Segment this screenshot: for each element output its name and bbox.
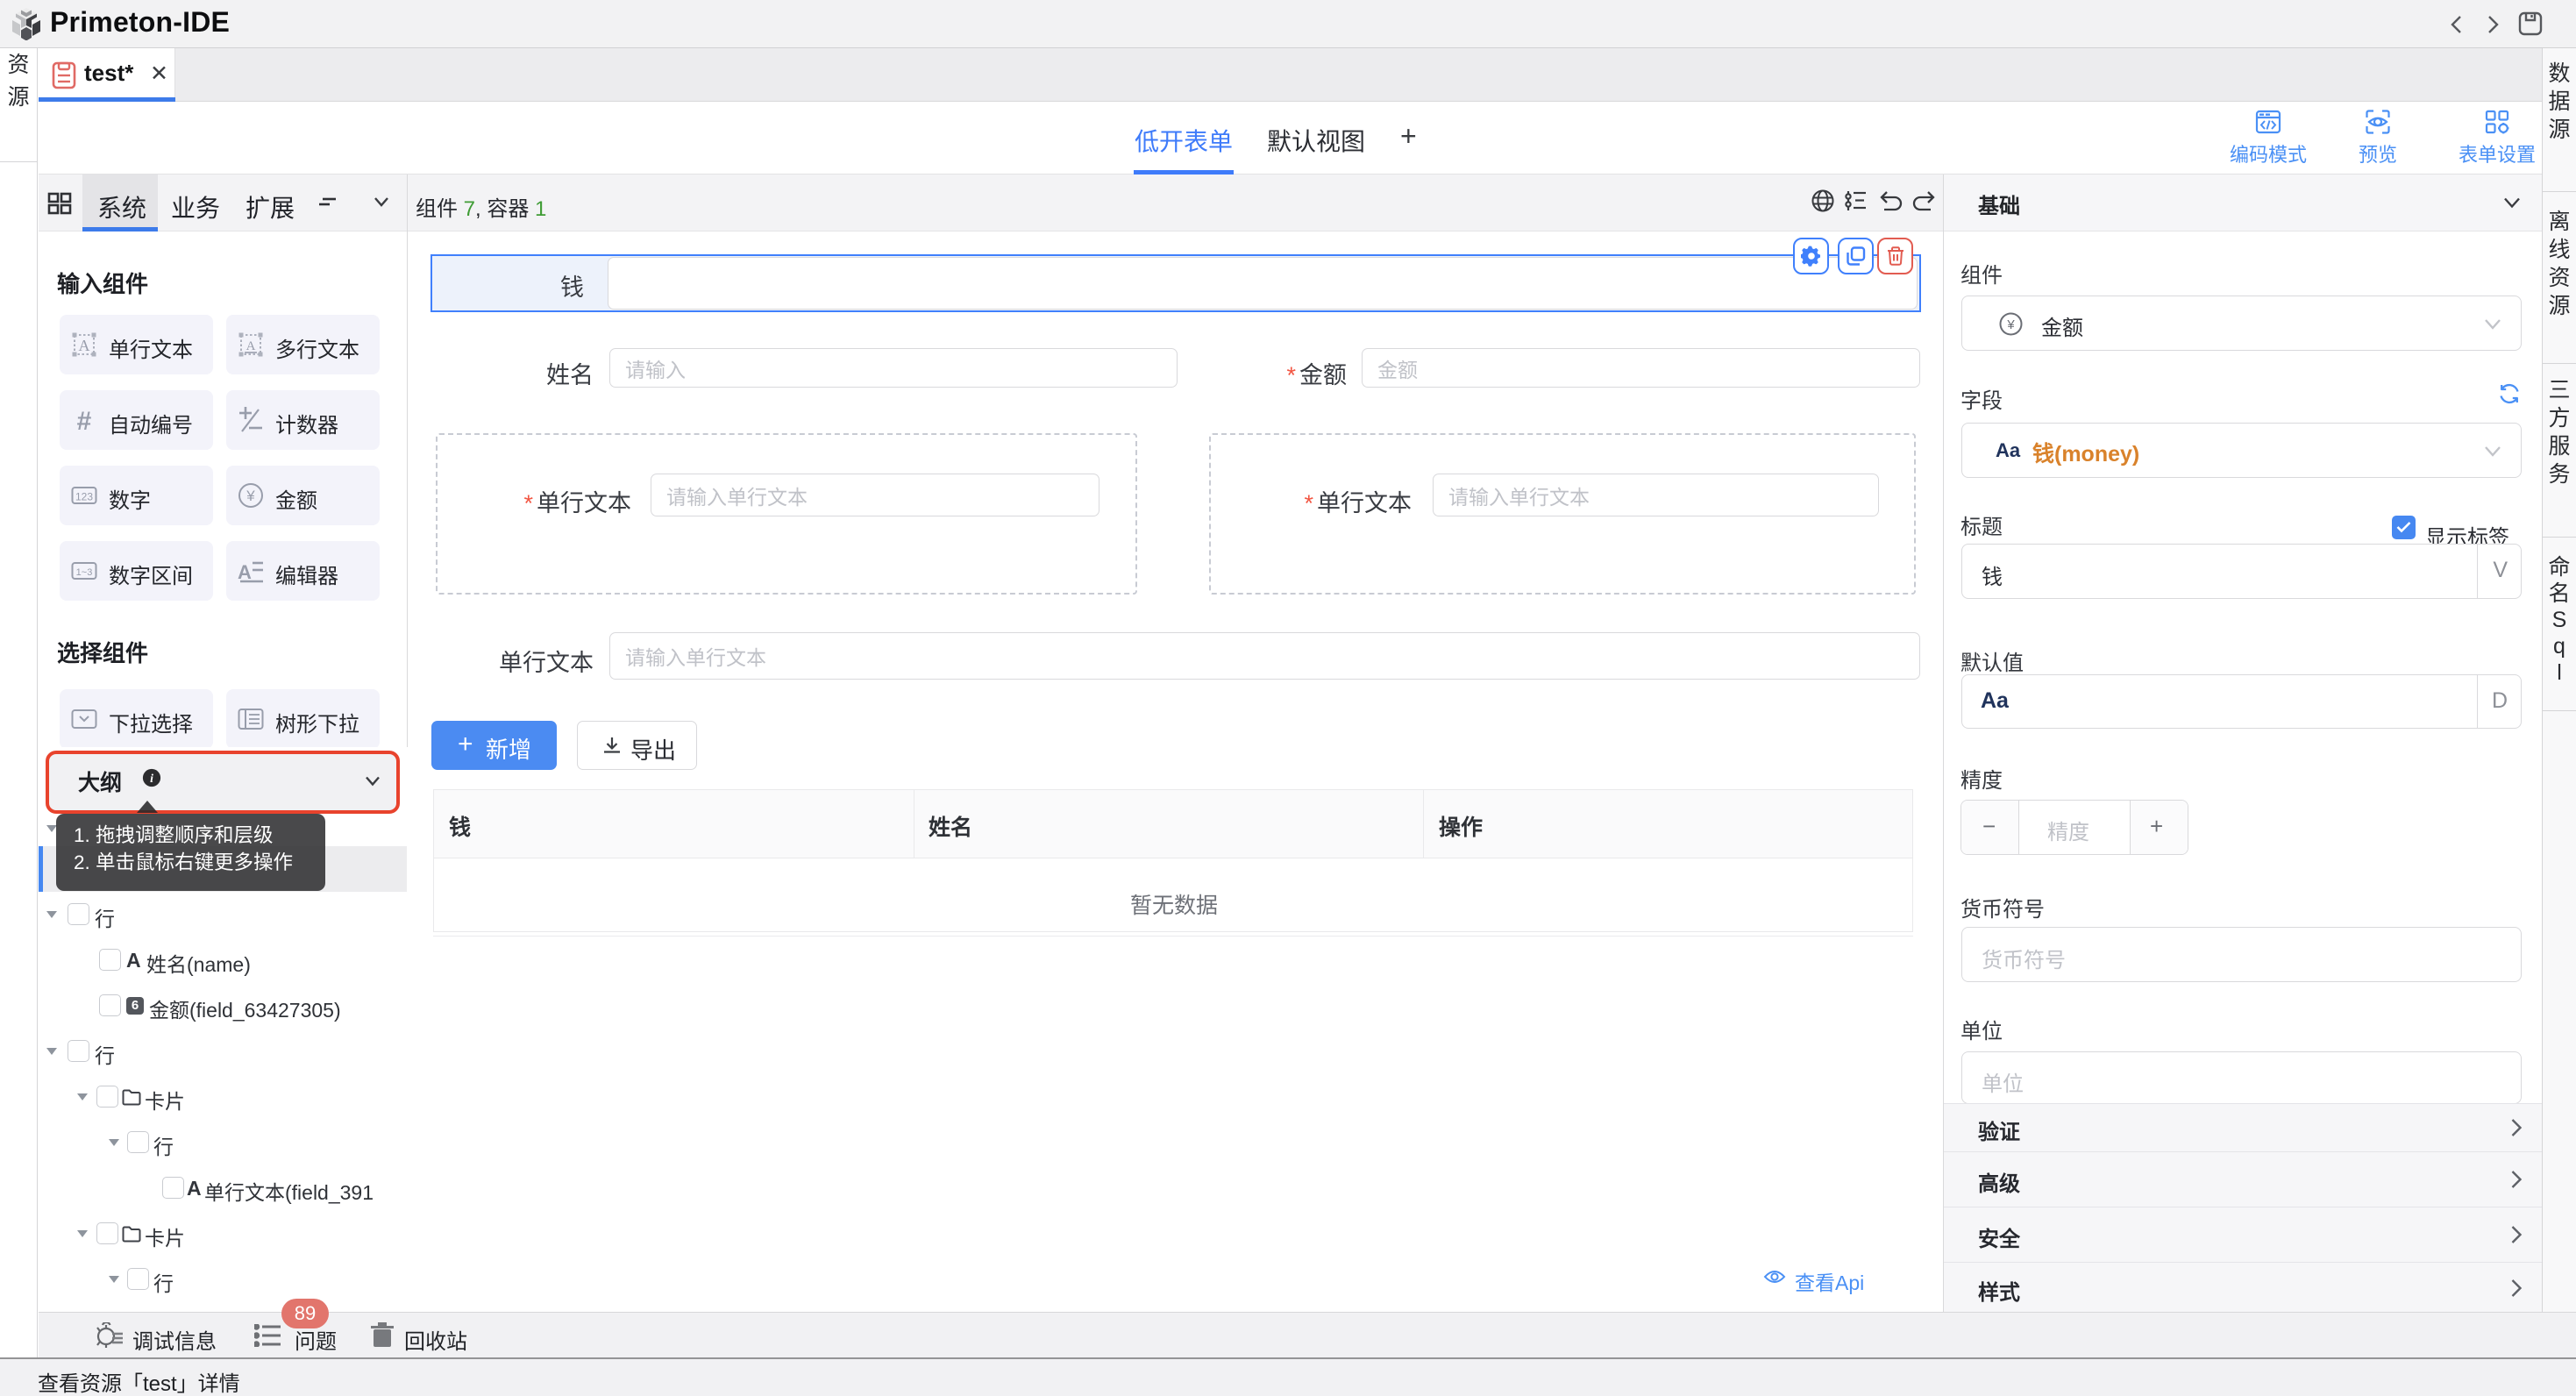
svg-text:A: A [79,337,90,354]
svg-text:A: A [238,561,252,583]
svg-text:i: i [150,772,153,785]
svg-text:A: A [246,339,256,353]
svg-text:#: # [77,407,92,433]
svg-text:1~3: 1~3 [76,567,93,578]
svg-text:¥: ¥ [2006,317,2015,332]
svg-text:123: 123 [75,491,93,503]
svg-text:¥: ¥ [246,488,255,504]
